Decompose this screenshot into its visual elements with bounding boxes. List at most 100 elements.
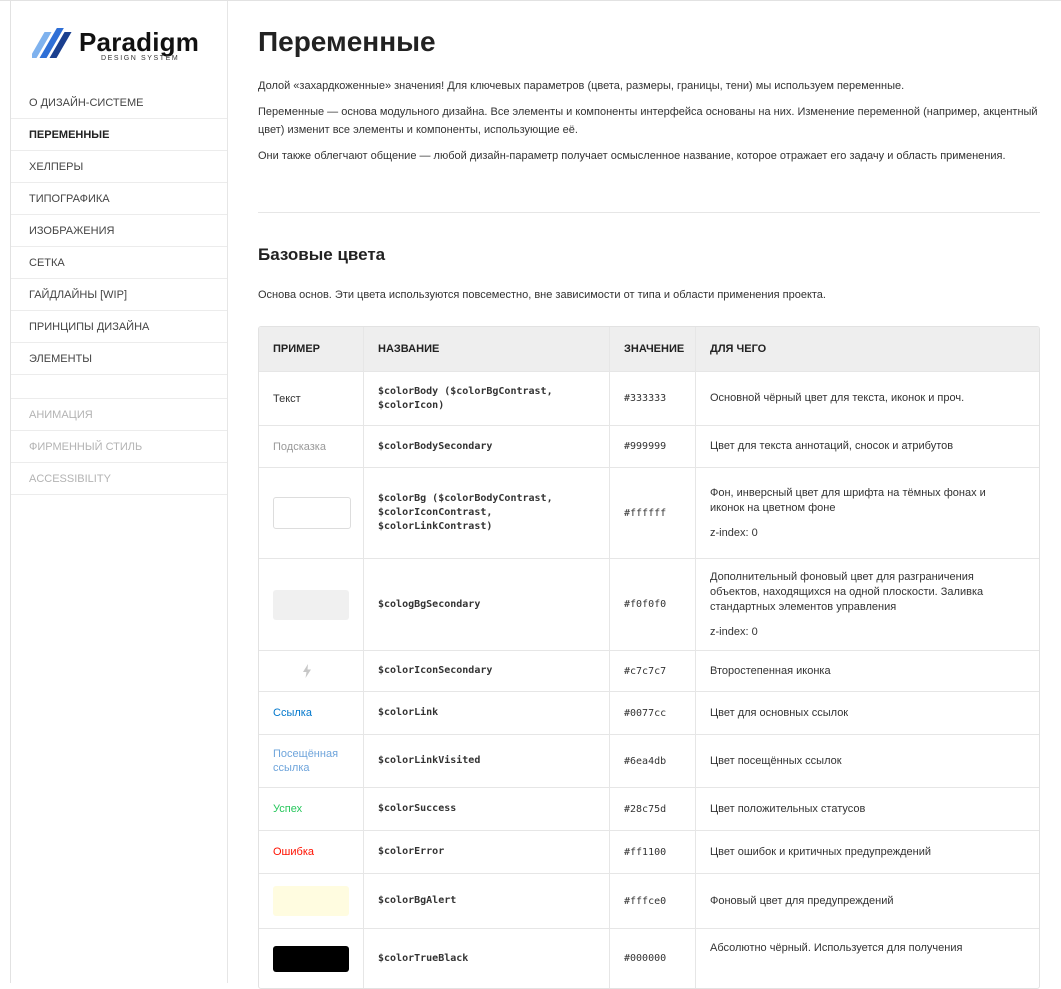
color-value: #999999: [624, 441, 667, 452]
lightning-icon: [303, 664, 311, 678]
table-row: $colorIconSecondary #c7c7c7 Второстепенная…: [259, 650, 1039, 691]
example-cell: [259, 468, 363, 558]
header-purpose: Для чего: [695, 327, 1039, 371]
example-cell: Подсказка: [259, 426, 363, 467]
purpose-cell: Цвет для текста аннотаций, сносок и атри…: [695, 426, 1039, 467]
variable-name: $colorLinkVisited: [378, 755, 481, 766]
purpose-cell: Абсолютно чёрный. Используется для получ…: [695, 929, 1039, 988]
section-divider: [258, 212, 1040, 213]
color-value: #c7c7c7: [624, 665, 667, 677]
variable-name-cell: $colorIconSecondary: [363, 651, 609, 691]
purpose-cell: Цвет ошибок и критичных предупреждений: [695, 831, 1039, 873]
sidebar-item-disabled[interactable]: Анимация: [11, 399, 227, 431]
sidebar-item[interactable]: Гайдлайны [WIP]: [11, 279, 227, 311]
sidebar-item[interactable]: Хелперы: [11, 151, 227, 183]
value-cell: #fffce0: [609, 874, 695, 928]
example-text: Текст: [273, 392, 301, 405]
color-value: #6ea4db: [624, 755, 667, 767]
example-cell: Ошибка: [259, 831, 363, 873]
variable-name-cell: $colorTrueBlack: [363, 929, 609, 988]
example-cell: [259, 929, 363, 988]
section-title: Базовые цвета: [258, 245, 386, 264]
color-value: #fffce0: [624, 895, 667, 907]
sidebar: Paradigm DESIGN SYSTEM О дизайн-системе П…: [11, 1, 228, 983]
color-swatch: [273, 589, 349, 620]
z-index-note: z-index: 0: [710, 625, 758, 638]
purpose-text: Фон, инверсный цвет для шрифта на тёмных…: [710, 486, 986, 514]
colors-table: Пример Название Значение Для чего Текст $…: [258, 326, 1040, 989]
value-cell: #6ea4db: [609, 735, 695, 787]
table-row: Ошибка $colorError #ff1100 Цвет ошибок и кр…: [259, 830, 1039, 873]
value-cell: #0077cc: [609, 692, 695, 734]
sidebar-item[interactable]: Сетка: [11, 247, 227, 279]
value-cell: #c7c7c7: [609, 651, 695, 691]
variable-name-cell: $colorSuccess: [363, 788, 609, 830]
color-value: #333333: [624, 393, 667, 404]
table-row: $colorBg ($colorBodyContrast, $colorIcon…: [259, 467, 1039, 558]
table-row: $colorBgAlert #fffce0 Фоновый цвет для пре…: [259, 873, 1039, 928]
example-text: Ошибка: [273, 846, 314, 858]
purpose-text: Цвет для текста аннотаций, сносок и атри…: [710, 440, 954, 452]
sidebar-nav-secondary: Анимация Фирменный стиль Accessibility: [11, 398, 227, 495]
value-cell: #ffffff: [609, 468, 695, 558]
sidebar-item[interactable]: Переменные: [11, 119, 227, 151]
sidebar-item[interactable]: Типографика: [11, 183, 227, 215]
header-example: Пример: [273, 343, 320, 355]
variable-name: $colorIconSecondary: [378, 665, 493, 676]
color-value: #000000: [624, 953, 667, 964]
example-cell: Успех: [259, 788, 363, 830]
purpose-cell: Цвет посещённых ссылок: [695, 735, 1039, 787]
color-swatch: [273, 945, 349, 972]
value-cell: #000000: [609, 929, 695, 988]
color-value: #ffffff: [624, 507, 667, 519]
header-value: Значение: [609, 327, 695, 371]
sidebar-item[interactable]: Принципы дизайна: [11, 311, 227, 343]
sidebar-item[interactable]: Элементы: [11, 343, 227, 375]
table-row: $cologBgSecondary #f0f0f0 Дополнительный ф…: [259, 558, 1039, 650]
intro-paragraph: Они также облегчают общение — любой диза…: [258, 150, 1006, 162]
color-swatch: [273, 886, 349, 916]
purpose-cell: Дополнительный фоновый цвет для разграни…: [695, 559, 1039, 650]
intro-paragraph: Переменные — основа модульного дизайна. …: [258, 106, 1038, 136]
example-cell: Ссылка: [259, 692, 363, 734]
purpose-text: Основной чёрный цвет для текста, иконок …: [710, 392, 965, 404]
sidebar-item-disabled[interactable]: Фирменный стиль: [11, 431, 227, 463]
sidebar-item-disabled[interactable]: Accessibility: [11, 463, 227, 495]
purpose-text: Второстепенная иконка: [710, 664, 831, 677]
variable-name: $colorError: [378, 846, 445, 857]
table-row: Подсказка $colorBodySecondary #999999 Цвет …: [259, 425, 1039, 467]
variable-name-cell: $colorBg ($colorBodyContrast, $colorIcon…: [363, 468, 609, 558]
table-row: $colorTrueBlack #000000 Абсолютно чёрный. …: [259, 928, 1039, 988]
variable-name: $cologBgSecondary: [378, 598, 481, 610]
brand-logo[interactable]: Paradigm DESIGN SYSTEM: [32, 26, 212, 66]
sidebar-item[interactable]: О дизайн-системе: [11, 87, 227, 119]
purpose-cell: Основной чёрный цвет для текста, иконок …: [695, 372, 1039, 425]
example-cell: [259, 559, 363, 650]
variable-name: $colorBody ($colorBgContrast, $colorIcon…: [378, 385, 553, 411]
purpose-cell: Цвет положительных статусов: [695, 788, 1039, 830]
purpose-cell: Второстепенная иконка: [695, 651, 1039, 691]
purpose-text: Цвет ошибок и критичных предупреждений: [710, 845, 931, 858]
variable-name: $colorBgAlert: [378, 895, 457, 906]
purpose-cell: Цвет для основных ссылок: [695, 692, 1039, 734]
purpose-text: Абсолютно чёрный. Используется для получ…: [710, 942, 963, 954]
variable-name-cell: $colorBody ($colorBgContrast, $colorIcon…: [363, 372, 609, 425]
table-row: Посещённая ссылка $colorLinkVisited #6ea4d…: [259, 734, 1039, 787]
variable-name-cell: $colorBgAlert: [363, 874, 609, 928]
variable-name-cell: $cologBgSecondary: [363, 559, 609, 650]
color-swatch: [273, 497, 351, 529]
example-text: Успех: [273, 803, 303, 815]
page-title: Переменные: [258, 26, 436, 57]
variable-name-cell: $colorBodySecondary: [363, 426, 609, 467]
sidebar-item[interactable]: Изображения: [11, 215, 227, 247]
table-row: Текст $colorBody ($colorBgContrast, $colo…: [259, 371, 1039, 425]
purpose-cell: Фон, инверсный цвет для шрифта на тёмных…: [695, 468, 1039, 558]
purpose-text: Фоновый цвет для предупреждений: [710, 894, 894, 907]
example-text: Посещённая ссылка: [273, 748, 339, 774]
value-cell: #999999: [609, 426, 695, 467]
example-text: Подсказка: [273, 440, 326, 453]
variable-name-cell: $colorLinkVisited: [363, 735, 609, 787]
color-value: #f0f0f0: [624, 599, 667, 610]
header-name: Название: [363, 327, 609, 371]
intro-text: Долой «захардкоженные» значения! Для клю…: [258, 77, 1040, 173]
